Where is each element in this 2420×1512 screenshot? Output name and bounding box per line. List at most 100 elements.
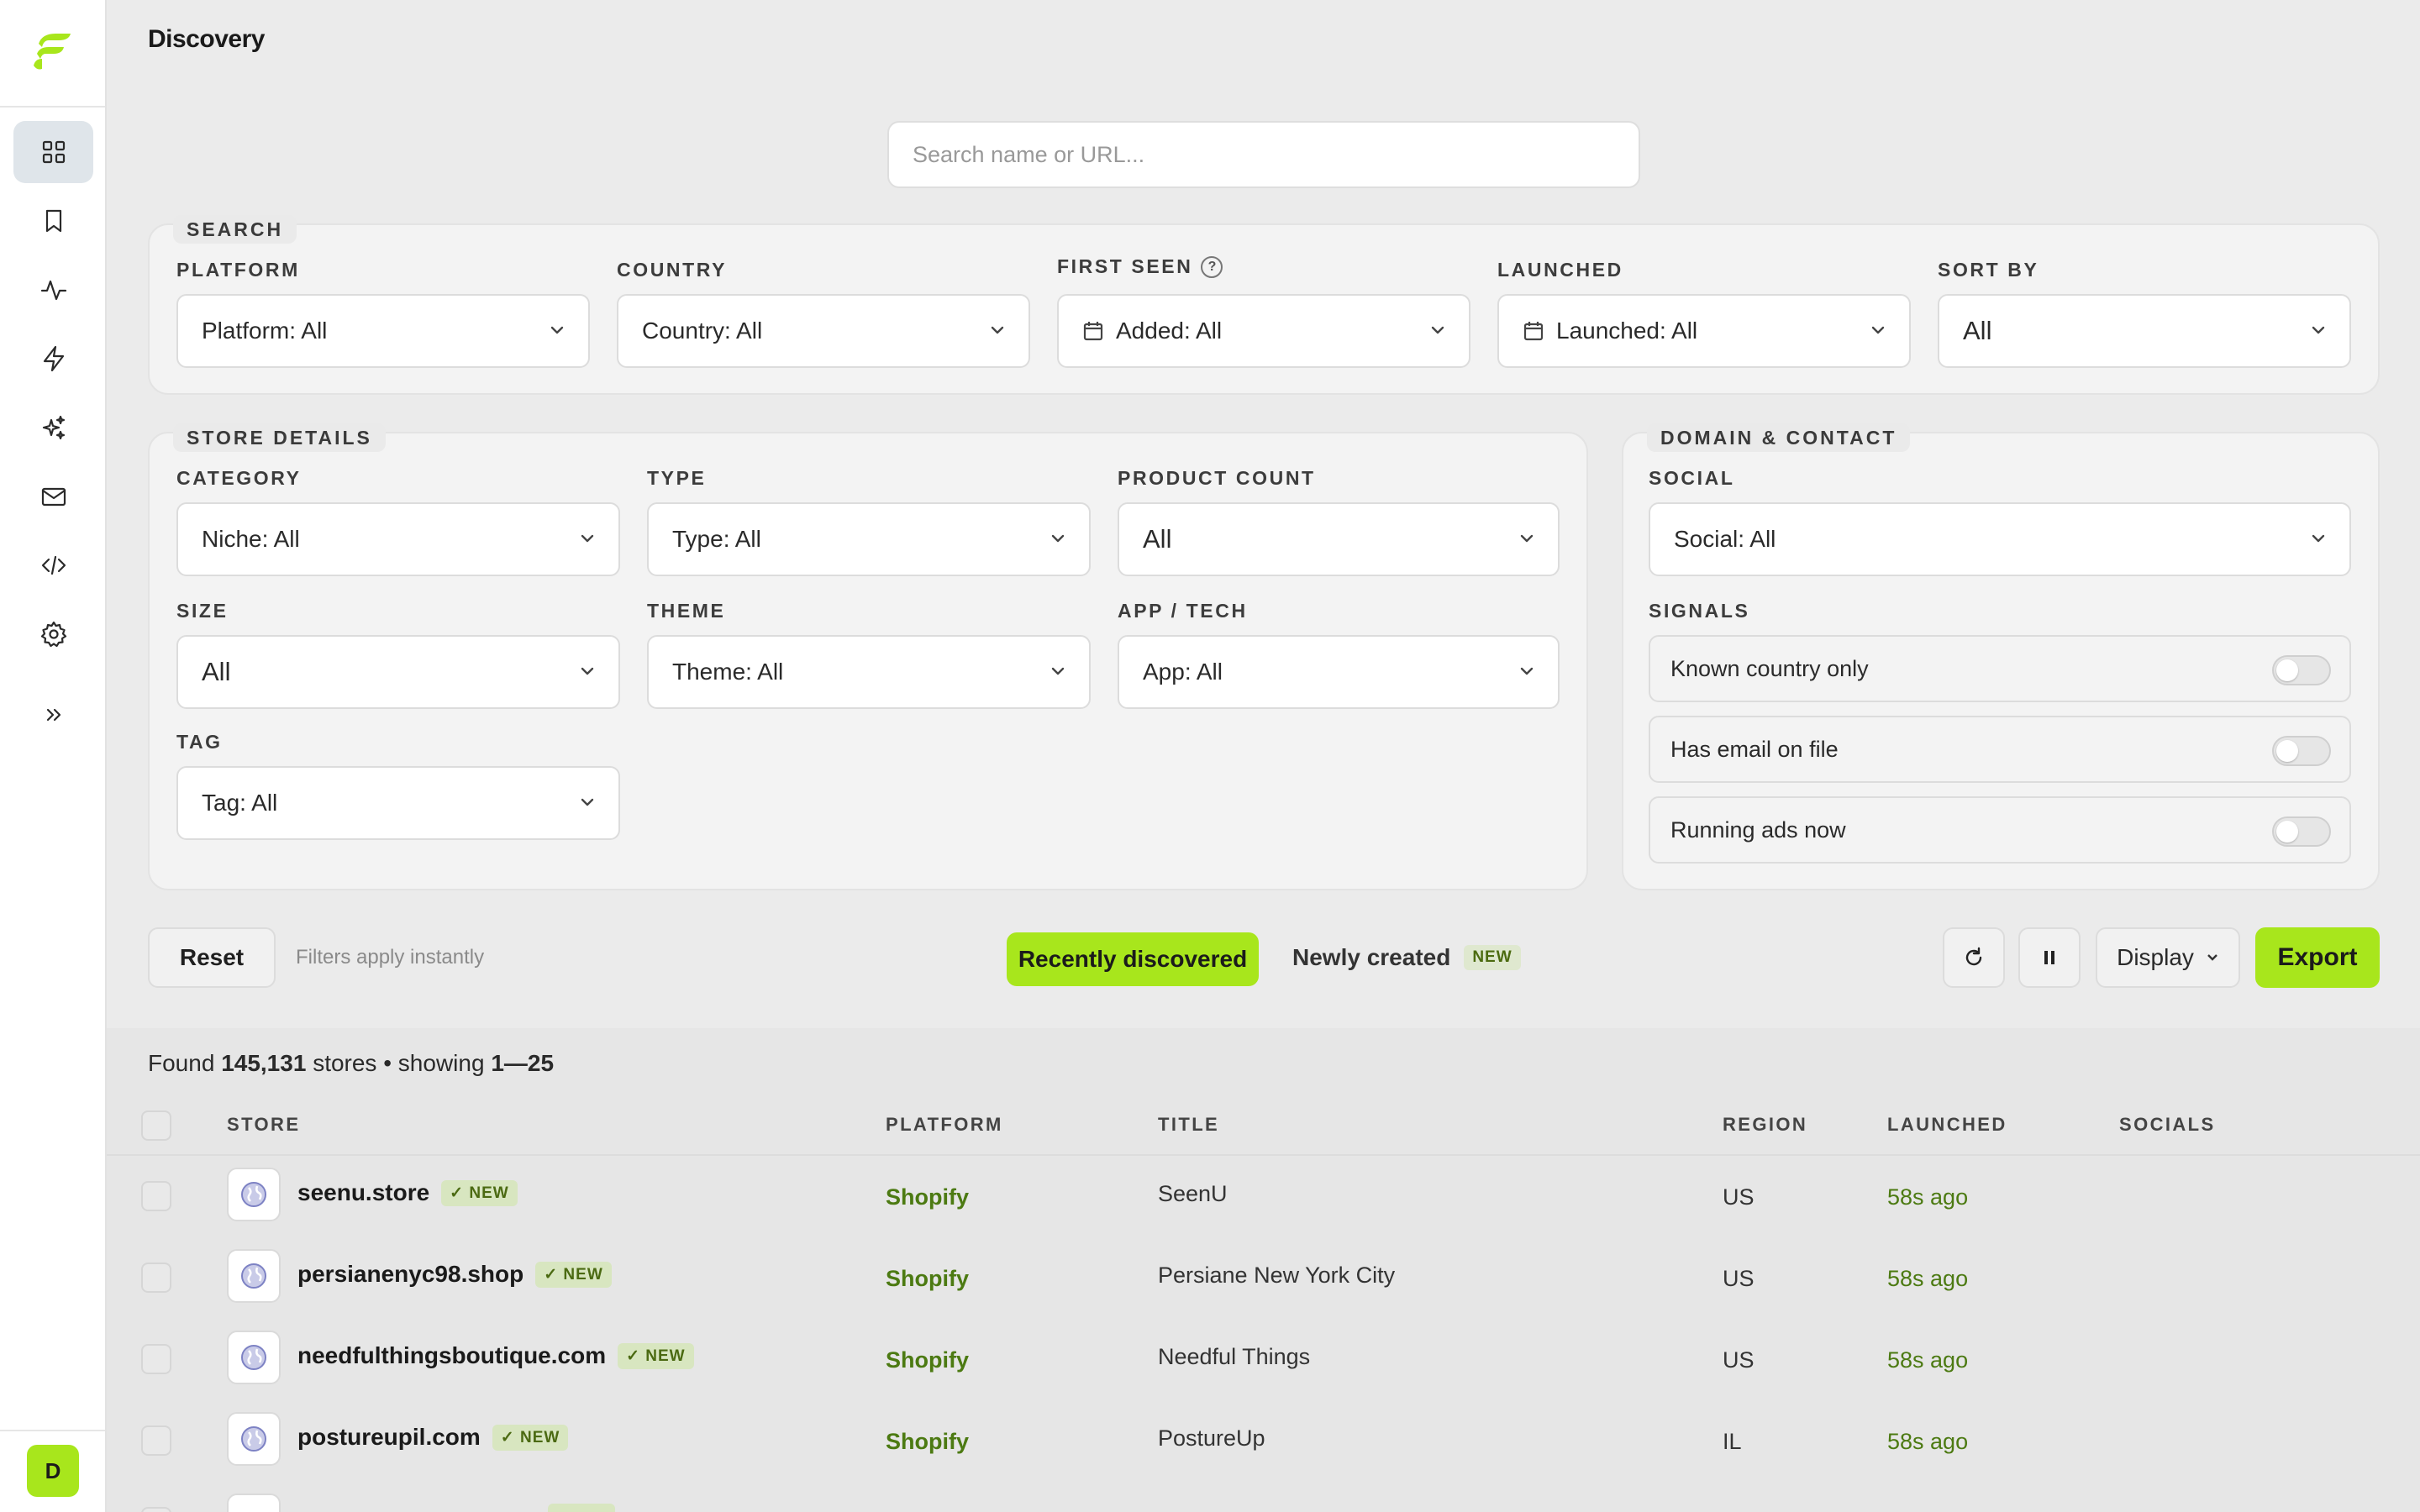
has-email-toggle[interactable] [2272, 736, 2331, 766]
table-header-divider [107, 1154, 2420, 1156]
store-favicon [227, 1494, 281, 1512]
mail-icon [41, 487, 66, 507]
store-favicon [227, 1249, 281, 1303]
store-domain[interactable]: needfulthingsboutique.com [297, 1342, 606, 1369]
signal-known-country: Known country only [1649, 635, 2351, 702]
chevron-down-icon [581, 534, 594, 543]
globe-icon [241, 1426, 266, 1452]
platform-select[interactable]: Platform: All [176, 294, 590, 368]
type-select[interactable]: Type: All [647, 502, 1091, 576]
store-domain[interactable]: seenu.store [297, 1179, 429, 1206]
new-badge [548, 1504, 615, 1512]
toggle-knob [2276, 821, 2298, 843]
sidebar-item-ai[interactable] [13, 396, 93, 459]
column-header-store[interactable]: STORE [227, 1114, 300, 1136]
store-domain[interactable]: persianenyc98.shop [297, 1261, 523, 1288]
globe-icon [241, 1345, 266, 1370]
reset-button[interactable]: Reset [148, 927, 276, 988]
title-cell: Needful Things [1158, 1344, 1311, 1369]
sidebar-item-dashboard[interactable] [13, 121, 93, 183]
new-badge: ✓ NEW [618, 1342, 694, 1369]
column-header-launched[interactable]: LAUNCHED [1887, 1114, 2007, 1136]
region-cell: US [1723, 1266, 1754, 1291]
chevron-down-icon [1431, 326, 1444, 334]
store-domain[interactable]: postureupil.com [297, 1424, 481, 1451]
platform-cell: Shopify [886, 1266, 969, 1291]
avatar[interactable]: D [27, 1445, 79, 1497]
select-all-checkbox[interactable] [141, 1110, 171, 1141]
row-checkbox[interactable] [141, 1344, 171, 1374]
product-count-select-value: All [1143, 524, 1172, 554]
platform-cell: Shopify [886, 1429, 969, 1454]
sidebar-item-activity[interactable] [13, 259, 93, 321]
results-count: 145,131 [221, 1050, 307, 1076]
sidebar-divider [0, 106, 105, 108]
panel-title: DOMAIN & CONTACT [1647, 423, 1911, 452]
launched-cell: 58s ago [1887, 1347, 1969, 1373]
sidebar-item-code[interactable] [13, 534, 93, 596]
theme-select-value: Theme: All [672, 659, 784, 685]
sidebar-item-saved[interactable] [13, 190, 93, 252]
row-checkbox[interactable] [141, 1425, 171, 1456]
launched-select-value: Launched: All [1556, 318, 1698, 344]
sort-by-select-value: All [1963, 316, 1992, 345]
lightning-icon [43, 345, 64, 372]
size-label: SIZE [176, 600, 229, 622]
sidebar-expand-toggle[interactable] [13, 684, 93, 746]
country-select[interactable]: Country: All [617, 294, 1030, 368]
display-dropdown[interactable]: Display [2096, 927, 2240, 988]
known-country-toggle[interactable] [2272, 655, 2331, 685]
signal-label: Known country only [1670, 655, 1869, 681]
toggle-knob [2276, 740, 2298, 762]
row-checkbox[interactable] [141, 1181, 171, 1211]
search-input[interactable]: Search name or URL... [887, 121, 1640, 188]
row-checkbox[interactable] [141, 1263, 171, 1293]
sidebar-item-triggers[interactable] [13, 328, 93, 390]
column-header-platform[interactable]: PLATFORM [886, 1114, 1003, 1136]
newly-created-tab[interactable]: Newly created NEW [1292, 944, 1521, 971]
row-checkbox[interactable] [141, 1507, 171, 1512]
sort-by-select[interactable]: All [1938, 294, 2351, 368]
signal-running-ads: Running ads now [1649, 796, 2351, 864]
region-cell: IL [1723, 1429, 1742, 1454]
brand-logo[interactable] [30, 29, 77, 76]
country-select-value: Country: All [642, 318, 763, 344]
pause-icon [2044, 951, 2054, 964]
size-select[interactable]: All [176, 635, 620, 709]
product-count-select[interactable]: All [1118, 502, 1560, 576]
first-seen-select[interactable]: Added: All [1057, 294, 1470, 368]
first-seen-select-value: Added: All [1116, 318, 1223, 344]
page-title: Discovery [148, 25, 265, 53]
product-count-label: PRODUCT COUNT [1118, 467, 1316, 489]
chevron-down-icon [550, 326, 564, 334]
export-button[interactable]: Export [2255, 927, 2380, 988]
store-name[interactable]: postureupil.com ✓ NEW [297, 1424, 569, 1451]
sidebar-item-mail[interactable] [13, 465, 93, 528]
store-name[interactable]: needfulthingsboutique.com ✓ NEW [297, 1342, 694, 1369]
launched-select[interactable]: Launched: All [1497, 294, 1911, 368]
social-select[interactable]: Social: All [1649, 502, 2351, 576]
pause-button[interactable] [2018, 927, 2081, 988]
panel-title: STORE DETAILS [173, 423, 386, 452]
running-ads-toggle[interactable] [2272, 816, 2331, 847]
tag-select[interactable]: Tag: All [176, 766, 620, 840]
theme-select[interactable]: Theme: All [647, 635, 1091, 709]
theme-label: THEME [647, 600, 726, 622]
app-tech-select[interactable]: App: All [1118, 635, 1560, 709]
refresh-button[interactable] [1943, 927, 2005, 988]
chevrons-right-icon [46, 708, 60, 722]
results-summary: Found 145,131 stores • showing 1—25 [148, 1050, 554, 1077]
store-name[interactable]: persianenyc98.shop ✓ NEW [297, 1261, 612, 1288]
sidebar-divider [0, 1430, 105, 1431]
column-header-region[interactable]: REGION [1723, 1114, 1807, 1136]
help-icon[interactable]: ? [1201, 255, 1223, 278]
category-select[interactable]: Niche: All [176, 502, 620, 576]
sidebar-item-settings[interactable] [13, 603, 93, 665]
column-header-socials[interactable]: SOCIALS [2119, 1114, 2216, 1136]
recently-discovered-tab[interactable]: Recently discovered [1007, 932, 1259, 986]
chevron-down-icon [2207, 954, 2217, 961]
new-badge: ✓ NEW [535, 1261, 612, 1288]
store-name[interactable]: seenu.store ✓ NEW [297, 1179, 518, 1206]
column-header-title[interactable]: TITLE [1158, 1114, 1219, 1136]
type-select-value: Type: All [672, 526, 761, 552]
